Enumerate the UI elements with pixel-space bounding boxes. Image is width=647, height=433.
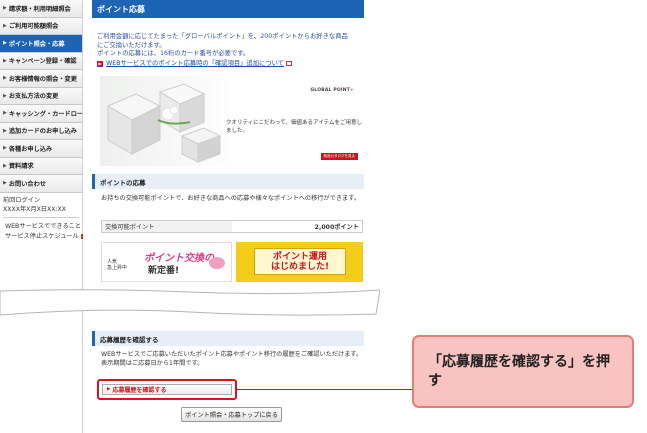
page-title: ポイント応募 xyxy=(92,0,364,18)
sidebar: ▶ 請求額・利用明細照会 ▶ ご利用可能額照会 ▶ ポイント照会・応募 ▶ キャンペーン… xyxy=(0,0,83,433)
link-service-schedule[interactable]: サービス停止スケジュール xyxy=(3,232,83,242)
intro-line: にご交換いただけます。 xyxy=(97,41,166,49)
banner-text: クオリティにこだわって、価値あるアイテムをご用意しました。 xyxy=(226,120,362,134)
piggy-bank-icon xyxy=(209,257,225,269)
sidebar-item-label: キャッシング・カードローン xyxy=(8,110,82,118)
intro-line: ポイントの応募には、16桁のカード番号が必要です。 xyxy=(97,50,250,57)
sidebar-item-label: 追加カードのお申し込み xyxy=(8,128,77,136)
promo-line1: ポイント運用 xyxy=(272,251,327,262)
sidebar-item-payment-method[interactable]: ▶ お支払方法の変更 xyxy=(0,87,82,105)
back-to-top-button[interactable]: ポイント照会・応募トップに戻る xyxy=(181,407,282,422)
last-login: 前回ログイン XXXX年X月X日XX:XX xyxy=(0,193,82,218)
arrow-right-icon: ▶ xyxy=(97,60,103,67)
section-apply-description: お持ちの交換可能ポイントで、お好きな商品への応募や様々なポイントへの移行ができま… xyxy=(101,195,361,202)
sidebar-item-customer-info[interactable]: ▶ お客様情報の照会・変更 xyxy=(0,70,82,88)
section-heading-history: 応募履歴を確認する xyxy=(92,331,364,346)
triangle-right-icon: ▶ xyxy=(3,40,7,47)
triangle-right-icon: ▶ xyxy=(3,110,7,117)
triangle-right-icon: ▶ xyxy=(3,75,7,82)
sidebar-item-label: 請求額・利用明細照会 xyxy=(8,5,71,13)
view-history-button[interactable]: ▶ 応募履歴を確認する xyxy=(102,384,232,395)
triangle-right-icon: ▶ xyxy=(3,127,7,134)
callout-connector xyxy=(237,389,412,390)
triangle-right-icon: ▶ xyxy=(3,162,7,169)
sidebar-item-statement[interactable]: ▶ 請求額・利用明細照会 xyxy=(0,0,82,18)
link-label: サービス停止スケジュール xyxy=(5,232,79,240)
callout-text: 「応募履歴を確認する」を押す xyxy=(428,353,610,389)
promo-title: ポイント交換の xyxy=(144,253,214,264)
history-button-highlight: ▶ 応募履歴を確認する xyxy=(97,379,237,400)
sidebar-item-label: 各種お申し込み xyxy=(8,145,53,153)
global-point-logo: GLOBAL POINT+ xyxy=(310,88,354,93)
section-history-description: WEBサービスでご応募いただいたポイント応募やポイント移行の履歴をご確認いただけ… xyxy=(101,351,363,367)
link-web-service[interactable]: WEBサービスでできること xyxy=(3,222,82,232)
promo-banner[interactable]: GLOBAL POINT+ クオリティにこだわって、価値あるアイテムをご用意しま… xyxy=(100,76,364,166)
sidebar-item-applications[interactable]: ▶ 各種お申し込み xyxy=(0,140,82,158)
sidebar-item-label: キャンペーン登録・確認 xyxy=(8,58,77,66)
triangle-right-icon: ▶ xyxy=(3,5,7,12)
triangle-right-icon: ▶ xyxy=(3,22,7,29)
main-content: ポイント応募 ご利用金額に応じてたまった「グローバルポイント」を、200ポイント… xyxy=(92,0,364,233)
promo-line2: はじめました! xyxy=(270,261,330,272)
sidebar-item-label: お支払方法の変更 xyxy=(8,93,59,101)
triangle-right-icon: ▶ xyxy=(107,387,111,392)
sidebar-item-label: ご利用可能額照会 xyxy=(8,23,59,31)
promo-point-exchange[interactable]: 人気 急上昇中 ポイント交換の 新定番! xyxy=(101,242,232,282)
torn-edge-divider xyxy=(0,289,380,316)
last-login-value: XXXX年X月X日XX:XX xyxy=(3,205,67,213)
sidebar-item-label: お客様情報の照会・変更 xyxy=(8,75,77,83)
catalog-button[interactable]: 商品カタログを見る xyxy=(320,153,358,160)
triangle-right-icon: ▶ xyxy=(3,145,7,152)
sidebar-item-additional-card[interactable]: ▶ 追加カードのお申し込み xyxy=(0,122,82,140)
points-label: 交換可能ポイント xyxy=(102,221,232,232)
triangle-right-icon: ▶ xyxy=(3,180,7,187)
link-label: WEBサービスでできること xyxy=(5,222,82,230)
instruction-callout: 「応募履歴を確認する」を押す xyxy=(412,335,634,408)
sidebar-item-contact[interactable]: ▶ お問い合わせ xyxy=(0,175,82,193)
triangle-right-icon: ▶ xyxy=(3,57,7,64)
intro-line: ご利用金額に応じてたまった「グローバルポイント」を、200ポイントからお好きな商… xyxy=(97,33,348,40)
external-window-icon xyxy=(80,234,83,239)
sidebar-item-label: 資料請求 xyxy=(8,163,34,171)
sidebar-item-label: お問い合わせ xyxy=(8,180,46,188)
confirm-items-link[interactable]: ▶ WEBサービスでのポイント応募時の「確認項目」追加について xyxy=(97,60,364,69)
points-table: 交換可能ポイント 2,000ポイント xyxy=(101,220,363,233)
section-heading-apply: ポイントの応募 xyxy=(92,174,364,189)
view-history-button-label: 応募履歴を確認する xyxy=(112,387,167,394)
promo-plate: ポイント運用 はじめました! xyxy=(254,248,346,275)
side-links: WEBサービスでできること サービス停止スケジュール xyxy=(0,218,83,246)
triangle-right-icon: ▶ xyxy=(3,92,7,99)
sidebar-item-cashing[interactable]: ▶ キャッシング・カードローン xyxy=(0,105,82,123)
sidebar-item-points[interactable]: ▶ ポイント照会・応募 xyxy=(0,35,82,53)
last-login-label: 前回ログイン xyxy=(3,196,41,204)
promo-subtitle: 新定番! xyxy=(148,266,180,276)
gift-boxes-image xyxy=(106,83,222,163)
promo-badge: 人気 急上昇中 xyxy=(107,259,128,271)
confirm-items-link-label: WEBサービスでのポイント応募時の「確認項目」追加について xyxy=(106,59,285,67)
sidebar-item-campaign[interactable]: ▶ キャンペーン登録・確認 xyxy=(0,52,82,70)
promo-point-investment[interactable]: ポイント運用 はじめました! xyxy=(236,242,363,282)
sidebar-item-documents[interactable]: ▶ 資料請求 xyxy=(0,157,82,175)
sidebar-item-available-amount[interactable]: ▶ ご利用可能額照会 xyxy=(0,17,82,35)
points-value: 2,000ポイント xyxy=(314,224,359,231)
external-window-icon xyxy=(286,61,293,67)
sidebar-item-label: ポイント照会・応募 xyxy=(8,40,65,48)
intro-text: ご利用金額に応じてたまった「グローバルポイント」を、200ポイントからお好きな商… xyxy=(92,33,364,68)
